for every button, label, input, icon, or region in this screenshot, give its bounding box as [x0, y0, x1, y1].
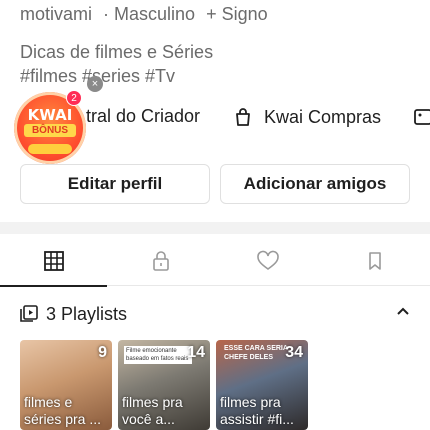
playlist-card[interactable]: Filme emocionante baseado em fatos reais…: [118, 340, 210, 430]
add-friends-button[interactable]: Adicionar amigos: [220, 164, 410, 204]
playlist-title: filmes pra assistir #fi...: [220, 394, 294, 427]
gender-label: · Masculino: [103, 4, 196, 24]
chevron-up-icon[interactable]: [395, 304, 411, 320]
edit-profile-button[interactable]: Editar perfil: [20, 164, 210, 204]
playlists-count-label: 3 Playlists: [46, 303, 128, 324]
playlist-title: filmes e séries pra ...: [24, 394, 102, 427]
tab-saved[interactable]: [321, 236, 428, 286]
tab-videos[interactable]: [0, 236, 107, 287]
bio-text: Dicas de filmes e Séries: [20, 42, 214, 62]
playlists-header[interactable]: 3 Playlists: [20, 300, 415, 328]
section-divider: [0, 222, 430, 234]
content-tabs: [0, 236, 430, 287]
playlist-list: 9 filmes e séries pra ... Filme emociona…: [20, 340, 430, 430]
grid-icon: [43, 251, 64, 271]
album-shortcut[interactable]: [412, 106, 430, 128]
shopping-bag-icon: [232, 106, 254, 128]
playlist-video-count: 34: [285, 344, 303, 361]
playlist-icon: [20, 305, 38, 322]
bonus-count-badge: 2: [66, 90, 82, 106]
profile-bio: Dicas de filmes e Séries #filmes #series…: [20, 40, 213, 88]
bookmark-icon: [368, 252, 381, 270]
playlist-card[interactable]: ESSE CARA SERIA CHEFE DELES 34 filmes pr…: [216, 340, 308, 430]
close-icon[interactable]: ×: [87, 76, 103, 92]
kwai-shopping-shortcut[interactable]: Kwai Compras: [232, 106, 381, 128]
creator-center-shortcut[interactable]: tral do Criador: [86, 106, 200, 127]
bio-hashtags[interactable]: #filmes #series #Tv: [20, 64, 213, 88]
playlist-video-count: 9: [98, 344, 107, 361]
lock-icon: [152, 251, 169, 271]
tab-liked[interactable]: [214, 236, 321, 286]
creator-center-label: tral do Criador: [86, 106, 201, 126]
playlist-video-count: 14: [187, 344, 205, 361]
tab-private[interactable]: [107, 236, 214, 286]
profile-meta: motivami · Masculino + Signo: [20, 4, 274, 25]
add-sign-link[interactable]: + Signo: [206, 4, 268, 24]
heart-icon: [256, 250, 279, 270]
playlist-card[interactable]: 9 filmes e séries pra ...: [20, 340, 112, 430]
playlist-title: filmes pra você a...: [122, 394, 183, 427]
kwai-shopping-label: Kwai Compras: [264, 106, 382, 127]
playlist-thumb-caption: Filme emocionante baseado em fatos reais: [124, 346, 192, 364]
bonus-label: BÔNUS: [24, 124, 76, 137]
coins-icon: [28, 144, 72, 154]
kwai-bonus-badge[interactable]: KWAI BÔNUS 2: [14, 90, 86, 164]
image-icon: [412, 106, 430, 128]
username: motivami: [20, 4, 93, 24]
bonus-brand: KWAI: [27, 106, 73, 124]
